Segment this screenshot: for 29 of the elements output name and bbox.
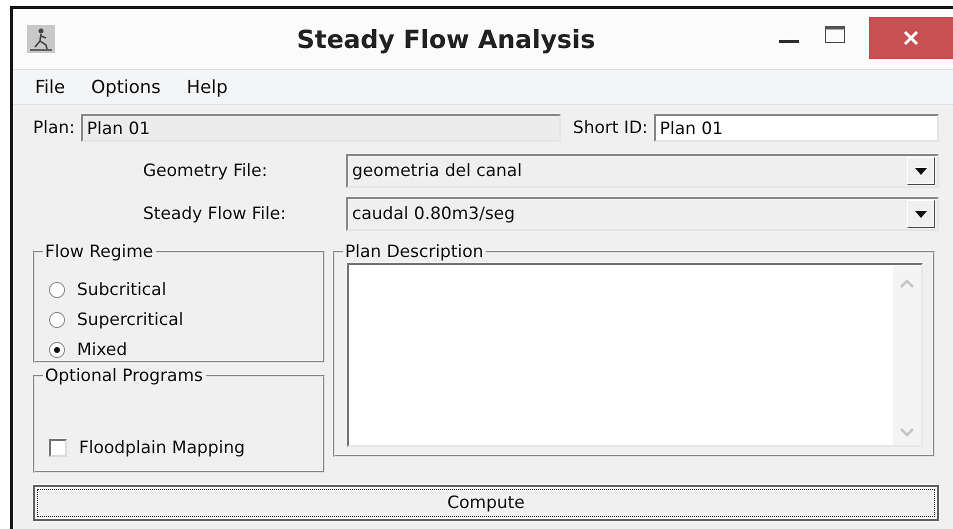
close-button[interactable] [869, 17, 953, 59]
file-dropdown[interactable]: caudal 0.80m3/seg [346, 197, 939, 231]
radio-button[interactable] [49, 312, 65, 328]
app-icon[interactable] [27, 25, 55, 53]
radio-button[interactable] [49, 342, 65, 358]
file-dropdown[interactable]: geometria del canal [346, 154, 939, 188]
plan-label: Plan: [33, 118, 75, 138]
file-label: Geometry File: [142, 161, 268, 181]
close-icon[interactable] [903, 30, 919, 46]
short-id-field[interactable]: Plan 01 [654, 114, 939, 142]
dropdown-arrow-icon[interactable] [915, 210, 927, 218]
checkbox[interactable] [49, 439, 67, 457]
group-title: Optional Programs [43, 366, 206, 386]
short-id-label: Short ID: [572, 118, 648, 138]
group-title: Flow Regime [43, 242, 156, 262]
file-label: Steady Flow File: [142, 204, 287, 224]
group-title: Plan Description [343, 242, 486, 262]
plan-field[interactable]: Plan 01 [80, 114, 561, 142]
dropdown-arrow-icon[interactable] [915, 168, 927, 174]
menu-item[interactable]: Help [186, 76, 228, 98]
radio-button[interactable] [49, 282, 65, 298]
window-title: Steady Flow Analysis [296, 24, 596, 54]
compute-button[interactable]: Compute [33, 485, 939, 521]
radio-label: Subcritical [77, 280, 166, 300]
menu-item[interactable]: Options [91, 76, 161, 98]
radio-label: Mixed [77, 340, 128, 360]
menu-item[interactable]: File [35, 76, 66, 98]
radio-label: Supercritical [77, 310, 184, 330]
checkbox-label: Floodplain Mapping [79, 438, 245, 458]
